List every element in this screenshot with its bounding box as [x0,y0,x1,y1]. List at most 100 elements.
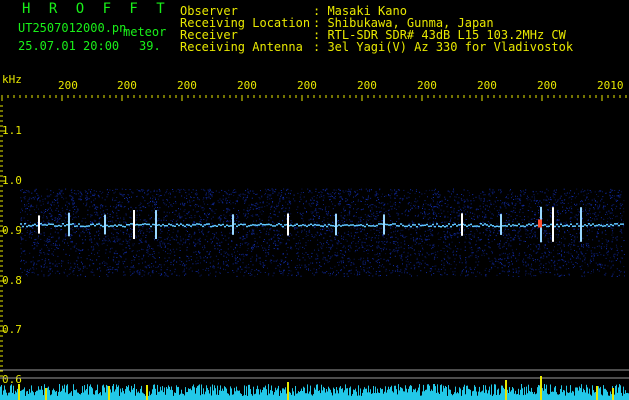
noise-pixel [610,226,612,228]
noise-pixel [287,262,289,264]
noise-pixel [260,190,261,192]
noise-pixel [199,239,201,241]
noise-pixel [404,240,406,242]
noise-pixel [363,257,365,259]
noise-pixel [325,211,327,213]
noise-pixel [82,267,84,269]
noise-pixel [94,235,96,237]
noise-pixel [30,205,32,207]
noise-pixel [505,260,507,262]
noise-pixel [109,213,111,215]
noise-pixel [591,255,593,257]
noise-pixel [425,203,427,205]
noise-pixel [466,198,468,200]
noise-pixel [347,258,349,260]
noise-pixel [31,245,33,246]
noise-pixel [33,248,35,250]
noise-pixel [617,252,619,254]
noise-pixel [300,275,302,277]
noise-pixel [505,226,507,228]
noise-pixel [405,268,407,270]
noise-pixel [431,274,432,276]
noise-pixel [154,202,156,204]
noise-pixel [220,226,222,228]
noise-pixel [295,243,297,245]
noise-pixel [304,266,306,268]
noise-pixel [56,247,58,249]
noise-pixel [560,222,562,224]
noise-pixel [490,204,492,206]
noise-pixel [311,192,313,194]
noise-pixel [436,192,438,194]
noise-pixel [422,247,424,249]
noise-pixel [497,200,499,202]
noise-pixel [194,243,196,245]
noise-pixel [538,244,540,246]
noise-pixel [388,194,390,195]
noise-pixel [63,249,64,251]
noise-pixel [381,202,383,204]
noise-pixel [505,202,507,204]
noise-pixel [392,241,394,243]
noise-pixel [483,218,485,220]
noise-pixel [480,239,481,241]
noise-pixel [271,197,273,199]
noise-pixel [208,270,210,272]
noise-pixel [80,257,82,259]
noise-pixel [230,203,232,205]
noise-pixel [57,210,59,212]
noise-pixel [113,256,115,258]
noise-pixel [57,247,59,249]
noise-pixel [34,190,36,192]
noise-pixel [75,250,77,252]
noise-pixel [236,263,238,265]
noise-pixel [50,194,52,196]
noise-pixel [223,210,225,211]
noise-pixel [567,245,569,247]
noise-pixel [463,199,465,201]
noise-pixel [391,190,393,192]
noise-pixel [450,248,452,250]
noise-pixel [550,212,552,214]
noise-pixel [519,227,521,229]
noise-pixel [163,217,165,219]
noise-pixel [382,234,383,236]
noise-pixel [147,193,149,195]
noise-pixel [243,235,244,237]
noise-pixel [471,253,473,255]
noise-pixel [277,233,279,235]
noise-pixel [151,253,153,255]
noise-pixel [122,195,124,197]
noise-pixel [106,274,108,276]
noise-pixel [381,220,383,222]
noise-pixel [410,262,412,263]
noise-pixel [275,267,277,269]
noise-pixel [175,210,177,212]
noise-pixel [451,211,453,213]
noise-pixel [162,241,164,243]
noise-pixel [370,237,372,239]
noise-pixel [447,230,449,232]
noise-pixel [25,228,27,230]
noise-pixel [69,254,70,256]
noise-pixel [256,226,258,227]
noise-pixel [151,210,153,212]
noise-pixel [56,244,58,246]
noise-pixel [394,193,396,195]
noise-pixel [448,258,450,260]
noise-pixel [373,268,374,270]
noise-pixel [502,234,504,236]
noise-pixel [135,219,137,221]
noise-pixel [239,194,241,196]
noise-pixel [519,198,521,200]
noise-pixel [320,191,322,193]
noise-pixel [344,209,346,211]
noise-pixel [70,272,72,274]
noise-pixel [70,248,72,250]
noise-pixel [249,190,251,192]
noise-pixel [424,238,426,240]
noise-pixel [28,269,30,271]
noise-pixel [324,257,326,259]
noise-pixel [56,193,58,195]
noise-pixel [326,188,328,190]
